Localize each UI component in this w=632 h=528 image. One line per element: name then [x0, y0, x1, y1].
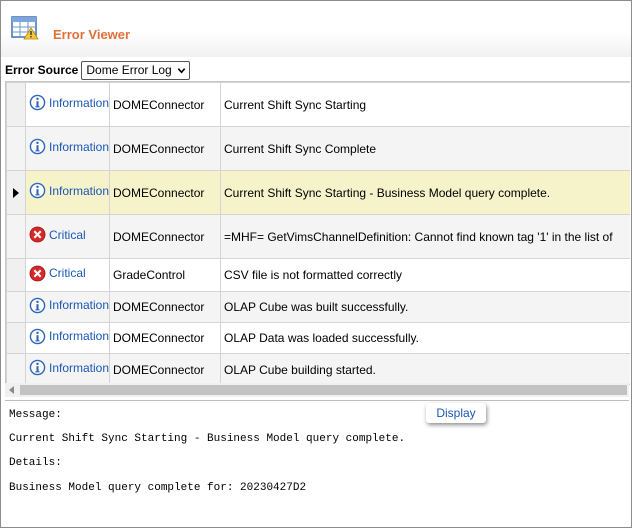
details-label: Details: — [9, 457, 62, 469]
severity-cell[interactable]: Critical — [25, 214, 110, 259]
table-warning-icon — [11, 16, 39, 40]
row-selector[interactable] — [6, 291, 26, 323]
source-cell: DOMEConnector — [109, 353, 221, 384]
message-cell: Current Shift Sync Starting — [220, 82, 630, 127]
message-text: Current Shift Sync Starting - Business M… — [9, 433, 406, 445]
table-row[interactable]: Information DOMEConnector OLAP Cube buildi… — [6, 353, 630, 384]
severity-link[interactable]: Information — [49, 361, 109, 375]
message-cell: Current Shift Sync Complete — [220, 126, 630, 171]
table-row[interactable]: Information DOMEConnector OLAP Data was lo… — [6, 322, 630, 354]
info-icon — [29, 297, 46, 313]
info-icon — [29, 328, 46, 344]
page-title: Error Viewer — [53, 27, 131, 42]
horizontal-scrollbar[interactable] — [5, 383, 629, 397]
source-cell: DOMEConnector — [109, 291, 221, 323]
error-source-select[interactable]: Dome Error Log — [81, 60, 190, 80]
severity-link[interactable]: Critical — [49, 266, 86, 280]
critical-icon — [29, 226, 46, 243]
source-cell: DOMEConnector — [109, 82, 221, 127]
severity-link[interactable]: Critical — [49, 228, 86, 242]
severity-link[interactable]: Information — [49, 184, 109, 198]
source-cell: DOMEConnector — [109, 214, 221, 259]
display-button[interactable]: Display — [426, 403, 486, 423]
row-selector[interactable] — [6, 170, 26, 215]
message-cell: OLAP Cube building started. — [220, 353, 630, 384]
severity-cell[interactable]: Information — [25, 170, 110, 215]
source-cell: DOMEConnector — [109, 322, 221, 354]
error-log-table: Information DOMEConnector Current Shift Sy… — [6, 82, 630, 384]
row-selector[interactable] — [6, 126, 26, 171]
header-bar: Error Viewer — [1, 1, 631, 57]
message-cell: Current Shift Sync Starting - Business M… — [220, 170, 630, 215]
chevron-down-icon — [177, 67, 185, 74]
row-selector[interactable] — [6, 353, 26, 384]
severity-cell[interactable]: Information — [25, 126, 110, 171]
current-row-indicator-icon — [13, 187, 19, 198]
details-text: Business Model query complete for: 20230… — [9, 482, 307, 494]
info-icon — [29, 359, 46, 376]
row-selector[interactable] — [6, 214, 26, 259]
info-icon — [29, 138, 46, 155]
row-selector[interactable] — [6, 82, 26, 127]
error-viewer-window: Error Viewer Error Source Dome Error Log… — [0, 0, 632, 528]
scroll-left-icon[interactable] — [9, 386, 15, 394]
severity-cell[interactable]: Information — [25, 353, 110, 384]
row-selector[interactable] — [6, 258, 26, 292]
severity-link[interactable]: Information — [49, 298, 109, 312]
scrollbar-thumb[interactable] — [20, 385, 627, 395]
table-row[interactable]: Critical GradeControl CSV file is not form… — [6, 258, 630, 292]
severity-link[interactable]: Information — [49, 329, 109, 343]
row-selector[interactable] — [6, 322, 26, 354]
severity-link[interactable]: Information — [49, 140, 109, 154]
severity-cell[interactable]: Critical — [25, 258, 110, 292]
source-cell: DOMEConnector — [109, 170, 221, 215]
severity-link[interactable]: Information — [49, 96, 109, 110]
message-cell: OLAP Data was loaded successfully. — [220, 322, 630, 354]
error-log-grid: Information DOMEConnector Current Shift Sy… — [5, 81, 630, 385]
message-cell: CSV file is not formatted correctly — [220, 258, 630, 292]
message-panel: Message: Current Shift Sync Starting - B… — [5, 400, 629, 523]
table-row[interactable]: Information DOMEConnector OLAP Cube was bu… — [6, 291, 630, 323]
severity-cell[interactable]: Information — [25, 322, 110, 354]
message-cell: OLAP Cube was built successfully. — [220, 291, 630, 323]
table-row[interactable]: Critical DOMEConnector =MHF= GetVimsChanne… — [6, 214, 630, 259]
source-cell: GradeControl — [109, 258, 221, 292]
table-row[interactable]: Information DOMEConnector Current Shift Sy… — [6, 170, 630, 215]
severity-cell[interactable]: Information — [25, 291, 110, 323]
message-label: Message: — [9, 409, 62, 421]
error-source-label: Error Source — [5, 63, 79, 77]
message-cell: =MHF= GetVimsChannelDefinition: Cannot f… — [220, 214, 630, 259]
error-source-filter: Error Source Dome Error Log — [5, 60, 190, 80]
table-row[interactable]: Information DOMEConnector Current Shift Sy… — [6, 126, 630, 171]
table-row[interactable]: Information DOMEConnector Current Shift Sy… — [6, 82, 630, 127]
info-icon — [29, 182, 46, 199]
severity-cell[interactable]: Information — [25, 82, 110, 127]
info-icon — [29, 94, 46, 111]
error-source-selected: Dome Error Log — [86, 63, 172, 77]
critical-icon — [29, 265, 46, 281]
source-cell: DOMEConnector — [109, 126, 221, 171]
